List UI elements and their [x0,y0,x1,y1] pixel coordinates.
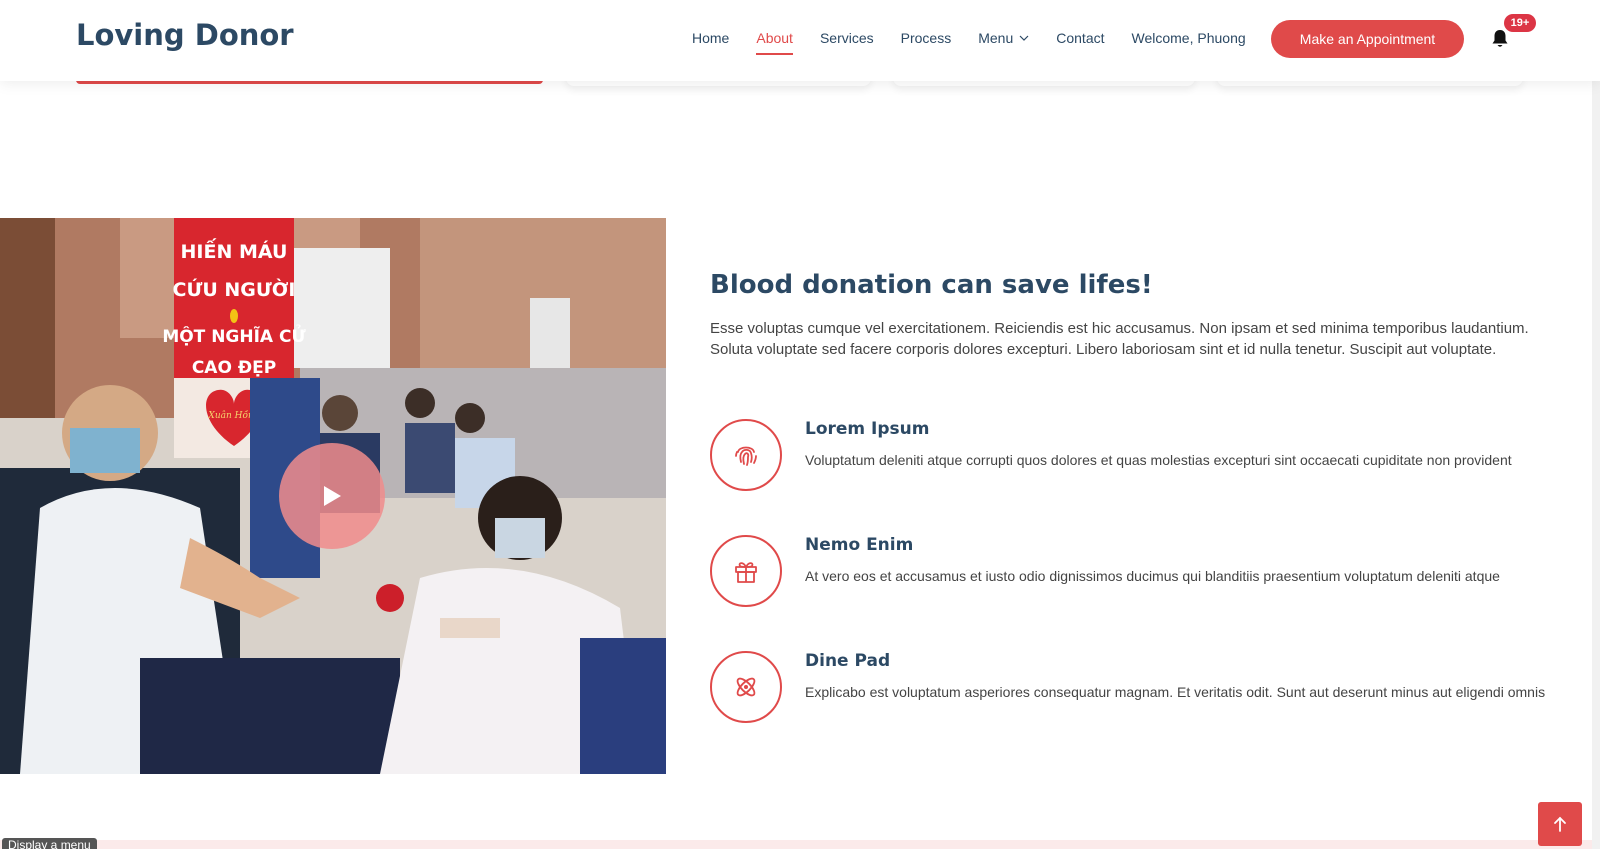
banner-line-3: MỘT NGHĨA CỬ [162,323,306,347]
feature-item: Dine Pad Explicabo est voluptatum asperi… [710,651,1570,723]
page-scrollbar[interactable] [1592,0,1600,849]
nav-about[interactable]: About [756,24,793,55]
arrow-up-icon [1554,816,1566,832]
site-logo[interactable]: Loving Donor [76,18,294,52]
site-header: Loving Donor Home About Services Process… [0,0,1600,81]
about-intro: Esse voluptas cumque vel exercitationem.… [710,320,1529,358]
play-icon [324,486,341,506]
chevron-down-icon [1019,35,1029,41]
display-menu-tooltip[interactable]: Display a menu [2,838,97,849]
feature-icon-circle [710,651,782,723]
play-video-button[interactable] [279,443,385,549]
feature-title: Nemo Enim [805,535,914,555]
banner-line-1: HIẾN MÁU [181,237,288,263]
nav-menu-label: Menu [978,30,1014,46]
banner-line-4: CAO ĐẸP [192,358,276,378]
feature-icon-circle [710,535,782,607]
main-nav: Home About Services Process Menu Contact… [692,0,1273,76]
bell-icon[interactable] [1491,29,1509,49]
nav-home[interactable]: Home [692,24,729,52]
about-headline: Blood donation can save lifes! [710,270,1153,300]
nav-menu-dropdown[interactable]: Menu [978,24,1029,52]
fingerprint-icon [735,446,757,466]
banner-line-2: CỨU NGƯỜI [173,277,296,301]
gift-icon [735,562,757,583]
feature-desc: At vero eos et accusamus et iusto odio d… [805,568,1500,584]
feature-icon-circle [710,419,782,491]
make-appointment-button[interactable]: Make an Appointment [1271,20,1464,58]
back-to-top-button[interactable] [1538,802,1582,846]
feature-title: Dine Pad [805,651,891,671]
feature-item: Nemo Enim At vero eos et accusamus et iu… [710,535,1570,607]
nav-process[interactable]: Process [901,24,952,52]
next-section-edge [0,840,1600,849]
nav-services[interactable]: Services [820,24,874,52]
notification-badge: 19+ [1504,14,1536,32]
nav-welcome-user[interactable]: Welcome, Phuong [1132,24,1246,52]
atom-icon [736,677,756,697]
feature-item: Lorem Ipsum Voluptatum deleniti atque co… [710,419,1570,491]
nav-contact[interactable]: Contact [1056,24,1104,52]
feature-desc: Explicabo est voluptatum asperiores cons… [805,684,1546,700]
feature-title: Lorem Ipsum [805,419,930,439]
feature-desc: Voluptatum deleniti atque corrupti quos … [805,452,1512,468]
